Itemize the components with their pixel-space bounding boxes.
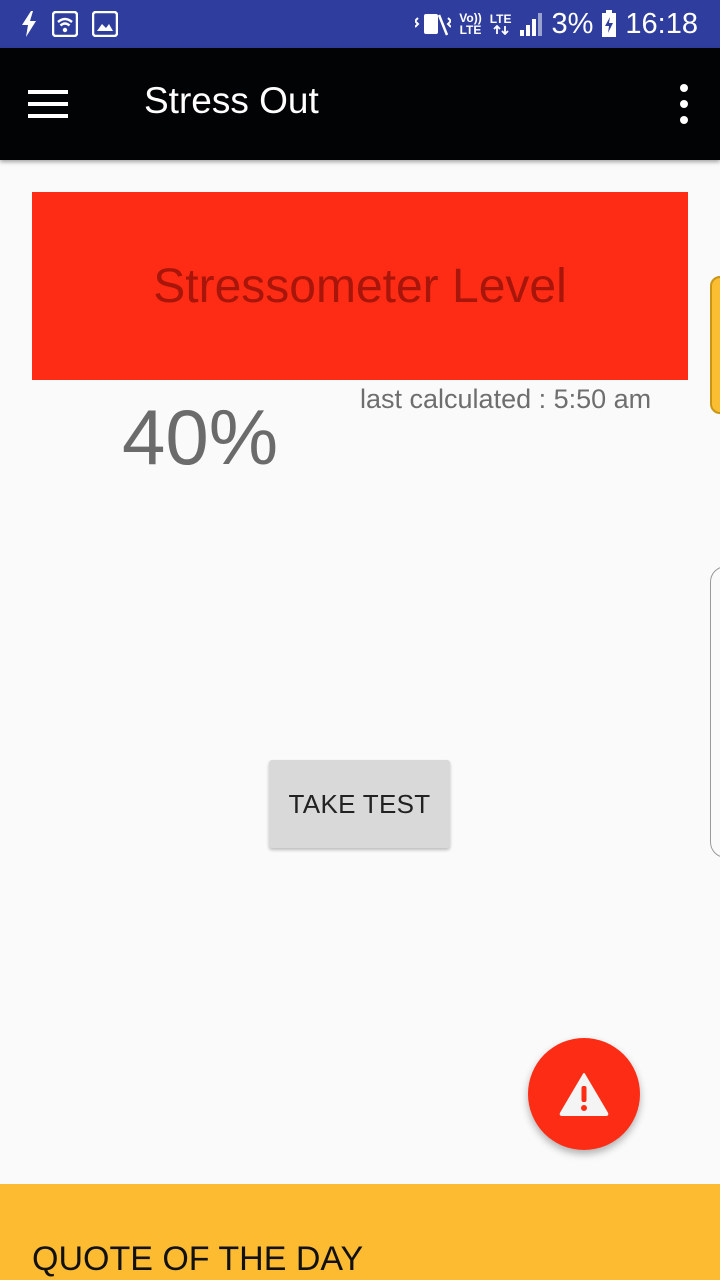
last-calculated-label: last calculated : 5:50 am <box>360 384 652 414</box>
flash-icon <box>20 11 38 37</box>
volte-icon: Vo)) LTE <box>459 11 482 37</box>
vibrate-icon <box>415 11 452 37</box>
battery-charging-icon <box>601 10 617 38</box>
alert-fab-button[interactable] <box>528 1038 640 1150</box>
side-card-yellow[interactable] <box>710 276 720 414</box>
side-card-white[interactable] <box>710 566 720 858</box>
gallery-icon <box>92 11 118 37</box>
screen: Vo)) LTE LTE 3% 16:18 Stress Out Stresso… <box>0 0 720 1280</box>
hamburger-menu-icon <box>28 90 68 118</box>
take-test-button[interactable]: TAKE TEST <box>269 760 450 848</box>
warning-icon <box>559 1073 609 1116</box>
hamburger-menu-button[interactable] <box>0 48 96 160</box>
app-bar: Stress Out <box>0 48 720 160</box>
more-options-button[interactable] <box>672 84 696 124</box>
signal-icon <box>519 11 544 37</box>
wifi-calling-icon <box>52 11 78 37</box>
quote-of-the-day-panel: QUOTE OF THE DAY <box>0 1184 720 1280</box>
stressometer-title: Stressometer Level <box>153 259 567 313</box>
stress-level-value: 40% <box>122 393 279 481</box>
battery-percent: 3% <box>551 7 594 40</box>
quote-title: QUOTE OF THE DAY <box>32 1240 364 1278</box>
status-bar-right: Vo)) LTE LTE 3% 16:18 <box>415 8 720 41</box>
stressometer-banner: Stressometer Level <box>32 192 688 380</box>
clock: 16:18 <box>625 7 698 40</box>
app-title: Stress Out <box>144 80 319 121</box>
more-vert-icon <box>680 84 688 92</box>
lte-data-icon: LTE <box>490 13 512 35</box>
status-bar: Vo)) LTE LTE 3% 16:18 <box>0 0 720 48</box>
status-bar-left <box>0 11 118 37</box>
